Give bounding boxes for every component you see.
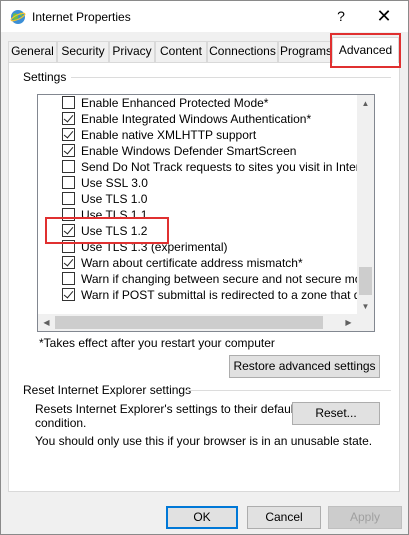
checkbox[interactable]	[62, 144, 75, 157]
close-button[interactable]: ✕	[366, 4, 402, 28]
reset-group-divider	[185, 390, 391, 391]
reset-description-line2: condition.	[35, 416, 87, 430]
list-item[interactable]: Warn about certificate address mismatch*	[62, 255, 358, 271]
reset-group-label: Reset Internet Explorer settings	[23, 383, 192, 397]
settings-group-label: Settings	[23, 70, 67, 84]
title-bar: Internet Properties ? ✕	[1, 1, 408, 32]
checkbox[interactable]	[62, 192, 75, 205]
checkbox[interactable]	[62, 160, 75, 173]
checkbox[interactable]	[62, 112, 75, 125]
list-item[interactable]: Send Do Not Track requests to sites you …	[62, 159, 358, 175]
list-item[interactable]: Enable Enhanced Protected Mode*	[62, 95, 358, 111]
scroll-down-arrow-icon[interactable]: ▼	[357, 298, 374, 315]
checkbox[interactable]	[62, 256, 75, 269]
help-button[interactable]: ?	[327, 4, 355, 28]
cancel-button[interactable]: Cancel	[247, 506, 321, 529]
tab-security[interactable]: Security	[57, 41, 109, 62]
window-title: Internet Properties	[32, 10, 131, 24]
checkbox[interactable]	[62, 128, 75, 141]
checkbox[interactable]	[62, 176, 75, 189]
advanced-settings-list[interactable]: Enable Enhanced Protected Mode* Enable I…	[37, 94, 375, 332]
scroll-left-arrow-icon[interactable]: ◀	[38, 314, 55, 331]
list-item[interactable]: Use SSL 3.0	[62, 175, 358, 191]
restart-footnote: *Takes effect after you restart your com…	[39, 336, 275, 350]
checkbox[interactable]	[62, 272, 75, 285]
scroll-up-arrow-icon[interactable]: ▲	[357, 95, 374, 112]
tab-privacy[interactable]: Privacy	[109, 41, 155, 62]
horizontal-scroll-thumb[interactable]	[55, 316, 323, 329]
settings-group-divider	[71, 77, 391, 78]
list-item[interactable]: Enable Integrated Windows Authentication…	[62, 111, 358, 127]
vertical-scroll-thumb[interactable]	[359, 267, 372, 295]
tab-programs[interactable]: Programs	[278, 41, 334, 62]
reset-description-line1: Resets Internet Explorer's settings to t…	[35, 402, 297, 416]
list-item[interactable]: Use TLS 1.0	[62, 191, 358, 207]
tab-connections[interactable]: Connections	[207, 41, 278, 62]
apply-button[interactable]: Apply	[328, 506, 402, 529]
list-item[interactable]: Enable Windows Defender SmartScreen	[62, 143, 358, 159]
tls-1-2-highlight-box	[45, 217, 169, 244]
list-item[interactable]: Warn if changing between secure and not …	[62, 271, 358, 287]
advanced-tab-highlight-box	[330, 33, 401, 68]
list-item[interactable]: Enable native XMLHTTP support	[62, 127, 358, 143]
reset-warning: You should only use this if your browser…	[35, 434, 373, 448]
reset-button[interactable]: Reset...	[292, 402, 380, 425]
checkbox[interactable]	[62, 288, 75, 301]
restore-advanced-settings-button[interactable]: Restore advanced settings	[229, 355, 380, 378]
checkbox[interactable]	[62, 96, 75, 109]
list-item[interactable]: Warn if POST submittal is redirected to …	[62, 287, 358, 303]
vertical-scrollbar[interactable]: ▲ ▼	[357, 95, 374, 315]
horizontal-scrollbar[interactable]: ◀ ▶	[38, 314, 374, 331]
internet-properties-dialog: Internet Properties ? ✕ General Security…	[0, 0, 409, 535]
ok-button[interactable]: OK	[166, 506, 238, 529]
tab-content[interactable]: Content	[155, 41, 207, 62]
tab-general[interactable]: General	[8, 41, 57, 62]
internet-explorer-globe-icon	[10, 10, 26, 24]
scroll-right-arrow-icon[interactable]: ▶	[340, 314, 357, 331]
scrollbar-corner	[357, 314, 374, 331]
